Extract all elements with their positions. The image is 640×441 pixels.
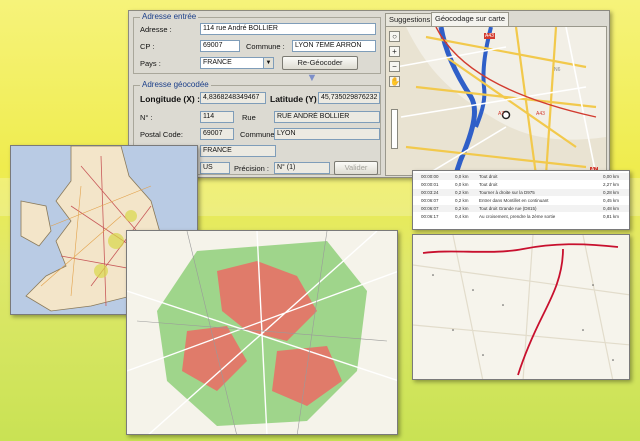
road-label-a43-b: A43: [536, 111, 545, 117]
itinerary-row: 00:06:17 0,4 km Au croisement, prendre l…: [421, 214, 620, 219]
latitude-field: 45,735029876232: [318, 92, 380, 104]
map-panel[interactable]: A43 A7 A43 A7 N6 ○ + − ✋: [385, 26, 607, 176]
itinerary-row: 00:03:24 0,2 km Tourner à droite sur la …: [413, 189, 629, 196]
itinerary-row: 00:00:00 0,0 km Tout droit 0,00 km: [413, 173, 629, 180]
status-field: US: [200, 162, 230, 174]
itinerary-row: 00:00:01 0,0 km Tout droit 2,27 km: [421, 182, 620, 187]
itinerary-row: 00:06:07 0,2 km Tout droit Grande rue (D…: [413, 205, 629, 212]
longitude-field: 4,8368248349467: [200, 92, 266, 104]
pan-hand-icon[interactable]: ✋: [389, 76, 400, 87]
address-input[interactable]: 114 rue André BOLLIER: [200, 23, 376, 35]
postal-label: Postal Code:: [140, 130, 183, 139]
center-icon[interactable]: ○: [389, 31, 400, 42]
cp-input[interactable]: 69007: [200, 40, 240, 52]
country-select-value: FRANCE: [203, 59, 232, 66]
zone-map: [127, 231, 397, 434]
geocoding-window: Adresse entrée Adresse : 114 rue André B…: [128, 10, 610, 178]
road-label-a43: A43: [484, 33, 495, 39]
zoom-out-icon[interactable]: −: [389, 61, 400, 72]
number-field: 114: [200, 111, 234, 123]
city-map[interactable]: [386, 27, 606, 175]
precision-label: Précision :: [234, 164, 270, 173]
zoom-in-icon[interactable]: +: [389, 46, 400, 57]
validate-button[interactable]: Valider: [334, 161, 378, 175]
result-country-field: FRANCE: [200, 145, 276, 157]
address-label: Adresse :: [140, 25, 172, 34]
postal-field: 69007: [200, 128, 234, 140]
zone-map-thumbnail: [126, 230, 398, 435]
commune-label: Commune :: [246, 42, 285, 51]
regeocode-button[interactable]: Re-Géocoder: [282, 56, 358, 70]
chevron-down-icon[interactable]: ▼: [263, 58, 273, 68]
route-map-thumbnail: [412, 234, 630, 380]
itinerary-table-thumbnail: 00:00:00 0,0 km Tout droit 0,00 km 00:00…: [412, 170, 630, 230]
result-commune-label: Commune :: [240, 130, 279, 139]
road-label-n6: N6: [554, 67, 561, 73]
latitude-label: Latitude (Y) :: [270, 94, 322, 104]
tab-map-geocoding[interactable]: Géocodage sur carte: [431, 12, 510, 26]
longitude-label: Longitude (X) :: [140, 94, 200, 104]
route-map: [413, 235, 629, 379]
street-type-value: Rue: [242, 113, 256, 122]
precision-field: N° (1): [274, 162, 330, 174]
cp-label: CP :: [140, 42, 155, 51]
geocoded-group-title: Adresse géocodée: [140, 80, 211, 89]
country-select[interactable]: FRANCE ▼: [200, 57, 274, 69]
input-address-group: Adresse entrée Adresse : 114 rue André B…: [133, 12, 381, 74]
zoom-slider[interactable]: [391, 109, 398, 149]
tab-suggestions[interactable]: Suggestions: [385, 13, 435, 26]
road-label-a7: A7: [498, 111, 505, 117]
commune-input[interactable]: LYON 7EME ARRON: [292, 40, 376, 52]
country-label: Pays :: [140, 59, 161, 68]
down-arrow-icon: ▼: [306, 72, 318, 84]
input-group-title: Adresse entrée: [140, 12, 199, 21]
itinerary-row: 00:06:07 0,2 km Entrer dans Montillet en…: [421, 198, 620, 203]
number-label: N° :: [140, 113, 153, 122]
street-field: RUE ANDRÉ BOLLIER: [274, 111, 380, 123]
result-commune-field: LYON: [274, 128, 380, 140]
